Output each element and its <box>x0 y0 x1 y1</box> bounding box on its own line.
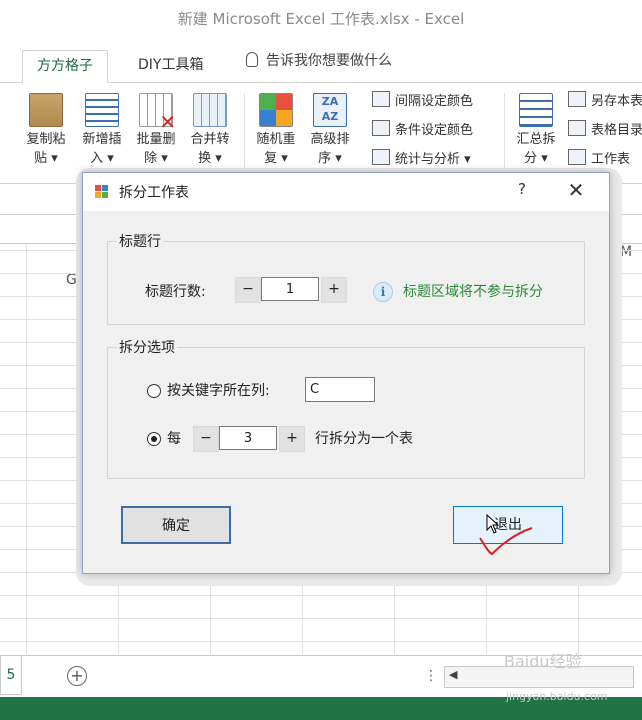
every-label: 每 <box>167 431 181 447</box>
ribbon-separator <box>244 93 245 173</box>
scroll-left-icon[interactable]: ◀ <box>449 668 457 681</box>
condition-color-label: 条件设定颜色 <box>395 123 474 138</box>
save-sheet-button[interactable]: 另存本表 <box>568 91 642 113</box>
sheet-tab[interactable]: 5 <box>0 656 22 695</box>
header-rows-group-label: 标题行 <box>117 231 163 251</box>
ribbon-separator-2 <box>504 93 505 173</box>
insert-button[interactable]: 新增插 入 ▾ <box>76 93 128 168</box>
clipboard-icon <box>29 93 63 127</box>
window-titlebar: 新建 Microsoft Excel 工作表.xlsx - Excel <box>0 0 642 36</box>
random-repeat-label-2: 复 ▾ <box>264 151 288 166</box>
window-title: 新建 Microsoft Excel 工作表.xlsx - Excel <box>177 10 465 28</box>
statistics-label: 统计与分析 ▾ <box>395 152 471 167</box>
merge-convert-icon <box>193 93 227 127</box>
add-sheet-button[interactable]: + <box>67 666 87 686</box>
insert-label: 新增插 <box>82 132 122 147</box>
save-sheet-label: 另存本表 <box>591 94 642 109</box>
tab-diy-toolbox[interactable]: DIY工具箱 <box>124 50 217 81</box>
interval-color-button[interactable]: 间隔设定颜色 <box>372 91 473 113</box>
condition-color-button[interactable]: 条件设定颜色 <box>372 120 473 142</box>
header-hint-text: 标题区域将不参与拆分 <box>403 284 543 300</box>
summary-split-icon <box>519 93 553 127</box>
every-n-rows-radio[interactable] <box>147 432 161 446</box>
red-checkmark-icon <box>479 527 533 556</box>
interval-color-icon <box>372 91 390 107</box>
summary-split-label: 汇总拆 <box>516 132 556 147</box>
table-directory-icon <box>568 120 586 136</box>
rows-per-sheet-increment-button[interactable]: + <box>279 426 305 452</box>
merge-convert-label-2: 换 ▾ <box>198 151 222 166</box>
advanced-sort-button[interactable]: ZA AZ 高级排 序 ▾ <box>304 93 356 168</box>
copy-paste-label-2: 贴 ▾ <box>34 151 58 166</box>
lightbulb-icon <box>246 52 258 67</box>
close-button[interactable]: ✕ <box>567 178 585 202</box>
tell-me-text: 告诉我你想要做什么 <box>266 53 392 69</box>
insert-rows-icon <box>85 93 119 127</box>
header-rows-input[interactable]: 1 <box>261 277 319 301</box>
split-options-group <box>107 347 585 479</box>
split-worksheet-dialog: 拆分工作表 ? ✕ 标题行 标题行数: − 1 + i 标题区域将不参与拆分 拆… <box>82 172 610 574</box>
header-rows-decrement-button[interactable]: − <box>235 277 261 303</box>
advanced-sort-label-2: 序 ▾ <box>318 151 342 166</box>
save-sheet-icon <box>568 91 586 107</box>
header-rows-label: 标题行数: <box>145 284 206 300</box>
keyword-column-label: 按关键字所在列: <box>167 383 270 399</box>
delete-table-icon: ✕ <box>139 93 176 132</box>
advanced-sort-label: 高级排 <box>310 132 350 147</box>
sort-az-icon: ZA AZ <box>313 93 347 127</box>
tell-me-box[interactable]: 告诉我你想要做什么 <box>246 50 392 70</box>
keyword-column-input[interactable]: C <box>305 377 375 402</box>
copy-paste-label: 复制粘 <box>26 132 66 147</box>
table-directory-button[interactable]: 表格目录 <box>568 120 642 142</box>
watermark-url: jingyan.baidu.com <box>506 690 608 703</box>
rows-per-sheet-suffix: 行拆分为一个表 <box>315 431 413 447</box>
app-icon <box>95 185 109 199</box>
keyword-column-radio[interactable] <box>147 384 161 398</box>
worksheet-icon <box>568 149 586 165</box>
more-options-icon[interactable]: ⋮ <box>424 668 438 684</box>
condition-color-icon <box>372 120 390 136</box>
baidu-logo-watermark: Baidu经验 <box>504 652 582 671</box>
info-icon: i <box>373 282 393 302</box>
ok-button[interactable]: 确定 <box>121 506 231 544</box>
rows-per-sheet-input[interactable]: 3 <box>219 426 277 450</box>
tab-fangfang[interactable]: 方方格子 <box>22 50 108 83</box>
interval-color-label: 间隔设定颜色 <box>395 94 474 109</box>
help-button[interactable]: ? <box>514 180 530 198</box>
merge-convert-label: 合并转 <box>190 132 230 147</box>
worksheet-label: 工作表 <box>591 152 631 167</box>
split-options-group-label: 拆分选项 <box>117 337 177 357</box>
copy-paste-button[interactable]: 复制粘 贴 ▾ <box>20 93 72 168</box>
summary-split-button[interactable]: 汇总拆 分 ▾ <box>510 93 562 168</box>
batch-delete-button[interactable]: ✕ 批量删 除 ▾ <box>130 93 182 168</box>
statistics-icon <box>372 149 390 165</box>
rows-per-sheet-decrement-button[interactable]: − <box>193 426 219 452</box>
dialog-title: 拆分工作表 <box>119 185 189 201</box>
insert-label-2: 入 ▾ <box>90 151 114 166</box>
batch-delete-label-2: 除 ▾ <box>144 151 168 166</box>
dialog-titlebar: 拆分工作表 ? ✕ <box>83 173 609 211</box>
summary-split-label-2: 分 ▾ <box>524 151 548 166</box>
random-repeat-label: 随机重 <box>256 132 296 147</box>
random-repeat-button[interactable]: 随机重 复 ▾ <box>250 93 302 168</box>
random-repeat-icon <box>259 93 293 127</box>
header-rows-increment-button[interactable]: + <box>321 277 347 303</box>
table-directory-label: 表格目录 <box>591 123 642 138</box>
merge-convert-button[interactable]: 合并转 换 ▾ <box>184 93 236 168</box>
